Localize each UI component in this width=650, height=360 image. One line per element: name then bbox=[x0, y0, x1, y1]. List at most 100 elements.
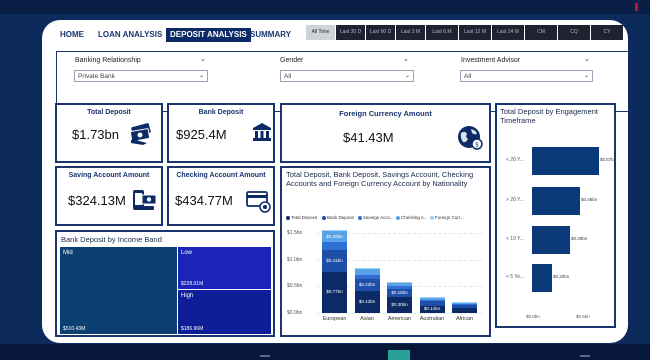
chevron-down-icon[interactable]: ⌄ bbox=[584, 55, 590, 63]
legend-label: Total Deposit bbox=[291, 215, 318, 220]
chevron-down-icon: ⌄ bbox=[583, 73, 589, 79]
treemap-cell-low[interactable]: Low $228.01M bbox=[178, 247, 271, 289]
bar-segment[interactable] bbox=[322, 230, 347, 232]
tab-summary[interactable]: SUMMARY bbox=[246, 28, 295, 42]
nationality-chart-title: Total Deposit, Bank Deposit, Savings Acc… bbox=[286, 170, 474, 188]
y-tick-label: $1.0bn bbox=[287, 256, 303, 263]
taskbar-app-button[interactable] bbox=[388, 350, 410, 360]
legend-dot bbox=[358, 215, 362, 220]
treemap-cell-label: High bbox=[181, 293, 194, 299]
x-tick-label: $0.0bn bbox=[526, 314, 540, 319]
bar-segment[interactable] bbox=[452, 302, 477, 303]
bar[interactable] bbox=[532, 147, 599, 175]
bar-segment[interactable] bbox=[387, 286, 412, 289]
kpi-card-total-deposit: Total Deposit $1.73bn bbox=[55, 103, 163, 163]
y-tick-label: $1.5bn bbox=[287, 230, 303, 236]
bar-data-label: $0.42bn bbox=[358, 298, 376, 304]
legend-item[interactable]: Checking A... bbox=[396, 215, 428, 220]
globe-currency-icon: $ bbox=[458, 126, 483, 150]
y-category-label: < 10 Y... bbox=[506, 236, 525, 242]
bar-segment[interactable] bbox=[419, 297, 445, 298]
period-last-24-m[interactable]: Last 24 M bbox=[492, 25, 524, 40]
x-category-label: American bbox=[387, 316, 412, 322]
y-category-label: < 5 Ye... bbox=[506, 274, 525, 280]
period-last-30-d[interactable]: Last 30 D bbox=[336, 25, 365, 40]
kpi-value: $324.13M bbox=[68, 193, 126, 208]
taskbar-tick bbox=[580, 355, 590, 357]
bar-data-label: $0.15bn bbox=[391, 290, 408, 295]
kpi-title: Total Deposit bbox=[87, 109, 131, 116]
period-cq[interactable]: CQ bbox=[558, 25, 590, 40]
bar-segment[interactable] bbox=[452, 303, 477, 305]
treemap-cell-mid[interactable]: Mid $510.43M bbox=[60, 247, 177, 334]
banking-relationship-value: Private Bank bbox=[78, 73, 115, 80]
treemap-card: Bank Deposit by Income Band Mid $510.43M… bbox=[55, 230, 275, 337]
legend-item[interactable]: Bank Deposit bbox=[322, 215, 354, 220]
svg-text:$: $ bbox=[475, 142, 479, 149]
treemap-title: Bank Deposit by Income Band bbox=[61, 235, 162, 244]
kpi-card-foreign-currency: Foreign Currency Amount $41.43M $ bbox=[280, 103, 491, 163]
window-top-strip bbox=[0, 0, 650, 14]
legend-label: Savings Acco... bbox=[363, 215, 394, 220]
bar[interactable] bbox=[532, 226, 570, 254]
bar-segment[interactable] bbox=[387, 281, 412, 283]
chevron-down-icon: ⌄ bbox=[404, 73, 410, 79]
bar-data-label: $0.30bn bbox=[391, 302, 408, 307]
window-accent bbox=[635, 3, 638, 11]
x-category-label: European bbox=[322, 316, 347, 322]
x-tick-label: $0.5bn bbox=[576, 314, 590, 319]
period-last-12-m[interactable]: Last 12 M bbox=[459, 25, 491, 40]
gridline bbox=[317, 313, 482, 314]
period-cy[interactable]: CY bbox=[591, 25, 623, 40]
bar-segment[interactable] bbox=[354, 268, 380, 275]
bar-segment[interactable] bbox=[452, 307, 477, 313]
kpi-value: $925.4M bbox=[176, 127, 227, 142]
bar-segment[interactable] bbox=[419, 301, 445, 306]
bar-segment[interactable] bbox=[322, 242, 347, 251]
period-last-6-m[interactable]: Last 6 M bbox=[426, 25, 458, 40]
period-last-3-m[interactable]: Last 3 M bbox=[396, 25, 425, 40]
x-category-label: Asian bbox=[360, 316, 374, 322]
banking-relationship-select[interactable]: Private Bank ⌄ bbox=[74, 70, 208, 82]
investment-advisor-select[interactable]: All ⌄ bbox=[460, 70, 593, 82]
treemap-cell-high[interactable]: High $186.96M bbox=[178, 290, 271, 334]
bar-data-label: $0.67bn bbox=[600, 157, 617, 162]
gender-value: All bbox=[284, 73, 292, 80]
chevron-down-icon[interactable]: ⌄ bbox=[200, 55, 206, 63]
legend-dot bbox=[322, 215, 326, 220]
y-category-label: < 20 Y... bbox=[506, 157, 525, 163]
engagement-chart-title: Total Deposit by Engagement Timeframe bbox=[500, 107, 598, 125]
mobile-money-icon bbox=[133, 190, 157, 210]
bar-segment[interactable] bbox=[354, 274, 380, 279]
bar-segment[interactable] bbox=[419, 299, 445, 302]
period-cm[interactable]: CM bbox=[525, 25, 557, 40]
chevron-down-icon: ⌄ bbox=[198, 73, 204, 79]
treemap-cell-value: $228.01M bbox=[181, 281, 204, 287]
period-all-time[interactable]: All Time bbox=[306, 25, 335, 40]
legend-item[interactable]: Savings Acco... bbox=[358, 215, 394, 220]
legend-item[interactable]: Total Deposit bbox=[286, 215, 317, 220]
period-last-90-d[interactable]: Last 90 D bbox=[366, 25, 395, 40]
chevron-down-icon[interactable]: ⌄ bbox=[403, 55, 409, 63]
bank-icon bbox=[253, 123, 271, 141]
y-tick-label: $0.0bn bbox=[287, 310, 303, 316]
x-category-label: African bbox=[455, 316, 474, 322]
engagement-chart-card bbox=[495, 103, 616, 328]
bar[interactable] bbox=[532, 264, 552, 292]
legend-item[interactable]: Foreign Curr... bbox=[430, 215, 464, 220]
treemap-cell-label: Mid bbox=[63, 250, 73, 256]
tab-home[interactable]: HOME bbox=[56, 28, 88, 42]
legend-dot bbox=[286, 215, 290, 220]
gender-select[interactable]: All ⌄ bbox=[280, 70, 414, 82]
window-bottom-strip bbox=[0, 344, 650, 360]
bar-segment[interactable] bbox=[387, 282, 412, 287]
tab-loan-analysis[interactable]: LOAN ANALYSIS bbox=[94, 28, 166, 42]
y-tick-label: $0.5bn bbox=[287, 283, 303, 290]
legend-dot bbox=[396, 215, 400, 220]
bar-segment[interactable] bbox=[452, 305, 477, 308]
bar-segment[interactable] bbox=[354, 268, 380, 269]
legend-label: Bank Deposit bbox=[327, 215, 354, 220]
bar[interactable] bbox=[532, 187, 580, 215]
treemap-cell-value: $510.43M bbox=[63, 326, 86, 332]
tab-deposit-analysis[interactable]: DEPOSIT ANALYSIS bbox=[166, 28, 251, 42]
